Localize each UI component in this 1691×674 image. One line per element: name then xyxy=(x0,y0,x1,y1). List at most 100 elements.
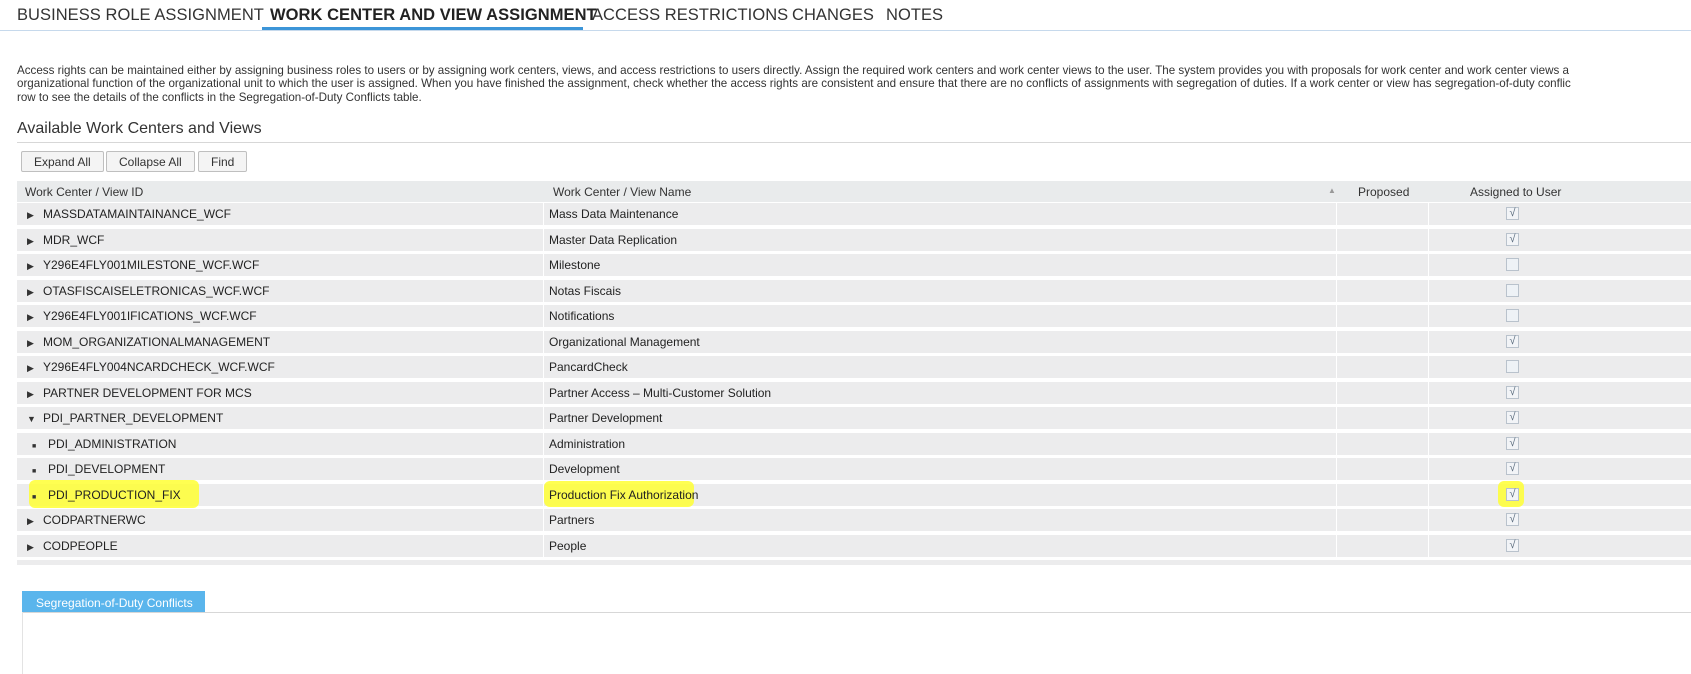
expand-triangle-icon[interactable]: ▶ xyxy=(27,389,43,400)
row-id-cell: ▶ Y296E4FLY001IFICATIONS_WCF.WCF xyxy=(27,309,257,323)
column-separator xyxy=(1336,509,1337,531)
table-row[interactable]: ■ PDI_ADMINISTRATION Administration √ xyxy=(17,433,1691,455)
row-name-cell: Milestone xyxy=(549,258,601,272)
description-text: Access rights can be maintained either b… xyxy=(17,64,1677,104)
expand-triangle-icon[interactable]: ▶ xyxy=(27,363,43,374)
row-id-cell: ▶ MOM_ORGANIZATIONALMANAGEMENT xyxy=(27,335,270,349)
tab-changes[interactable]: CHANGES xyxy=(792,6,874,25)
expand-triangle-icon[interactable]: ▶ xyxy=(27,261,43,272)
column-separator xyxy=(543,535,544,557)
row-name-cell: Administration xyxy=(549,437,626,451)
expand-triangle-icon[interactable]: ▶ xyxy=(27,312,43,323)
assigned-checkbox[interactable] xyxy=(1506,284,1519,297)
row-id-cell: ■ PDI_DEVELOPMENT xyxy=(32,462,165,476)
tab-bar: BUSINESS ROLE ASSIGNMENT WORK CENTER AND… xyxy=(0,0,1691,31)
table-row[interactable]: ▶ MOM_ORGANIZATIONALMANAGEMENT Organizatio… xyxy=(17,331,1691,353)
row-name-cell: Notas Fiscais xyxy=(549,284,622,298)
table-row[interactable]: ■ PDI_PRODUCTION_FIX Production Fix Author… xyxy=(17,480,1691,508)
tab-notes[interactable]: NOTES xyxy=(886,6,943,25)
expand-triangle-icon[interactable]: ▶ xyxy=(27,542,43,553)
find-button[interactable]: Find xyxy=(198,151,248,172)
column-separator xyxy=(543,433,544,455)
column-header-name[interactable]: Work Center / View Name xyxy=(553,185,691,199)
assigned-checkbox[interactable]: √ xyxy=(1506,233,1519,246)
assigned-checkbox[interactable]: √ xyxy=(1506,539,1519,552)
assigned-checkbox[interactable]: √ xyxy=(1506,411,1519,424)
column-separator xyxy=(543,280,544,302)
column-separator xyxy=(1428,331,1429,353)
table-row[interactable]: ▶ Y296E4FLY001MILESTONE_WCF.WCF Milestone xyxy=(17,254,1691,276)
row-id-text: CODPEOPLE xyxy=(43,539,118,553)
table-row[interactable]: ▶ Y296E4FLY004NCARDCHECK_WCF.WCF PancardCh… xyxy=(17,356,1691,378)
assigned-checkbox[interactable] xyxy=(1506,309,1519,322)
table-row[interactable]: ▶ CODPARTNERWC Partners √ xyxy=(17,509,1691,531)
row-id-text: PDI_DEVELOPMENT xyxy=(48,462,166,476)
assigned-checkbox[interactable]: √ xyxy=(1506,207,1519,220)
column-separator xyxy=(1336,535,1337,557)
column-separator xyxy=(543,382,544,404)
expand-triangle-icon[interactable]: ▶ xyxy=(27,287,43,298)
assigned-checkbox[interactable]: √ xyxy=(1506,335,1519,348)
row-id-text: CODPARTNERWC xyxy=(43,513,146,527)
column-separator xyxy=(1336,433,1337,455)
expand-all-button[interactable]: Expand All xyxy=(21,151,104,172)
column-header-assigned[interactable]: Assigned to User xyxy=(1470,185,1561,199)
table-row[interactable]: ▶ OTASFISCAISELETRONICAS_WCF.WCF Notas Fis… xyxy=(17,280,1691,302)
leaf-bullet-icon: ■ xyxy=(32,468,37,475)
column-separator xyxy=(1336,407,1337,429)
tab-access-restrictions[interactable]: ACCESS RESTRICTIONS xyxy=(592,6,788,25)
table-row[interactable]: ▶ CODPEOPLE People √ xyxy=(17,535,1691,557)
column-separator xyxy=(1428,433,1429,455)
column-separator xyxy=(1428,458,1429,480)
assigned-checkbox[interactable]: √ xyxy=(1506,437,1519,450)
row-id-cell: ▼ PDI_PARTNER_DEVELOPMENT xyxy=(27,411,223,425)
expand-triangle-icon[interactable]: ▶ xyxy=(27,338,43,349)
column-separator xyxy=(543,203,544,225)
column-separator xyxy=(543,331,544,353)
row-id-cell: ■ PDI_PRODUCTION_FIX xyxy=(32,488,181,502)
column-separator xyxy=(1428,356,1429,378)
row-id-text: Y296E4FLY001IFICATIONS_WCF.WCF xyxy=(43,309,257,323)
tab-business-role-assignment[interactable]: BUSINESS ROLE ASSIGNMENT xyxy=(17,6,264,25)
column-separator xyxy=(1428,382,1429,404)
tab-segregation-of-duty-conflicts[interactable]: Segregation-of-Duty Conflicts xyxy=(22,591,205,613)
table-row[interactable]: ■ PDI_DEVELOPMENT Development √ xyxy=(17,458,1691,480)
table-row[interactable]: ▶ Y296E4FLY001IFICATIONS_WCF.WCF Notificat… xyxy=(17,305,1691,327)
column-separator xyxy=(1428,280,1429,302)
table-row[interactable]: ▶ MASSDATAMAINTAINANCE_WCF Mass Data Maint… xyxy=(17,203,1691,225)
row-name-cell: Development xyxy=(549,462,620,476)
expand-triangle-icon[interactable]: ▶ xyxy=(27,210,43,221)
assigned-checkbox[interactable]: √ xyxy=(1506,462,1519,475)
row-id-cell: ▶ CODPARTNERWC xyxy=(27,513,146,527)
column-separator xyxy=(1428,407,1429,429)
row-name-cell: Mass Data Maintenance xyxy=(549,207,679,221)
table-row[interactable]: ▶ PARTNER DEVELOPMENT FOR MCS Partner Acce… xyxy=(17,382,1691,404)
row-id-text: PDI_PARTNER_DEVELOPMENT xyxy=(43,411,224,425)
section-title: Available Work Centers and Views xyxy=(17,120,262,137)
column-header-id[interactable]: Work Center / View ID xyxy=(25,185,143,199)
sort-ascending-icon[interactable]: ▲ xyxy=(1328,186,1336,195)
row-id-text: MASSDATAMAINTAINANCE_WCF xyxy=(43,207,232,221)
row-id-text: Y296E4FLY001MILESTONE_WCF.WCF xyxy=(43,258,260,272)
column-separator xyxy=(543,458,544,480)
assigned-checkbox[interactable] xyxy=(1506,360,1519,373)
collapse-all-button[interactable]: Collapse All xyxy=(106,151,195,172)
expand-triangle-icon[interactable]: ▶ xyxy=(27,516,43,527)
collapse-triangle-icon[interactable]: ▼ xyxy=(27,414,43,424)
sod-panel-border xyxy=(22,612,1691,613)
column-separator xyxy=(1336,484,1337,506)
expand-triangle-icon[interactable]: ▶ xyxy=(27,236,43,247)
column-separator xyxy=(1336,356,1337,378)
column-separator xyxy=(1428,509,1429,531)
assigned-checkbox[interactable]: √ xyxy=(1506,386,1519,399)
column-header-proposed[interactable]: Proposed xyxy=(1358,185,1409,199)
tab-work-center-and-view-assignment[interactable]: WORK CENTER AND VIEW ASSIGNMENT xyxy=(270,6,597,25)
assigned-checkbox[interactable]: √ xyxy=(1506,488,1519,501)
row-name-cell: People xyxy=(549,539,587,553)
assigned-checkbox[interactable] xyxy=(1506,258,1519,271)
column-separator xyxy=(1336,229,1337,251)
table-row[interactable]: ▼ PDI_PARTNER_DEVELOPMENT Partner Developm… xyxy=(17,407,1691,429)
table-header: Work Center / View ID Work Center / View… xyxy=(17,181,1691,202)
assigned-checkbox[interactable]: √ xyxy=(1506,513,1519,526)
table-row[interactable]: ▶ MDR_WCF Master Data Replication √ xyxy=(17,229,1691,251)
